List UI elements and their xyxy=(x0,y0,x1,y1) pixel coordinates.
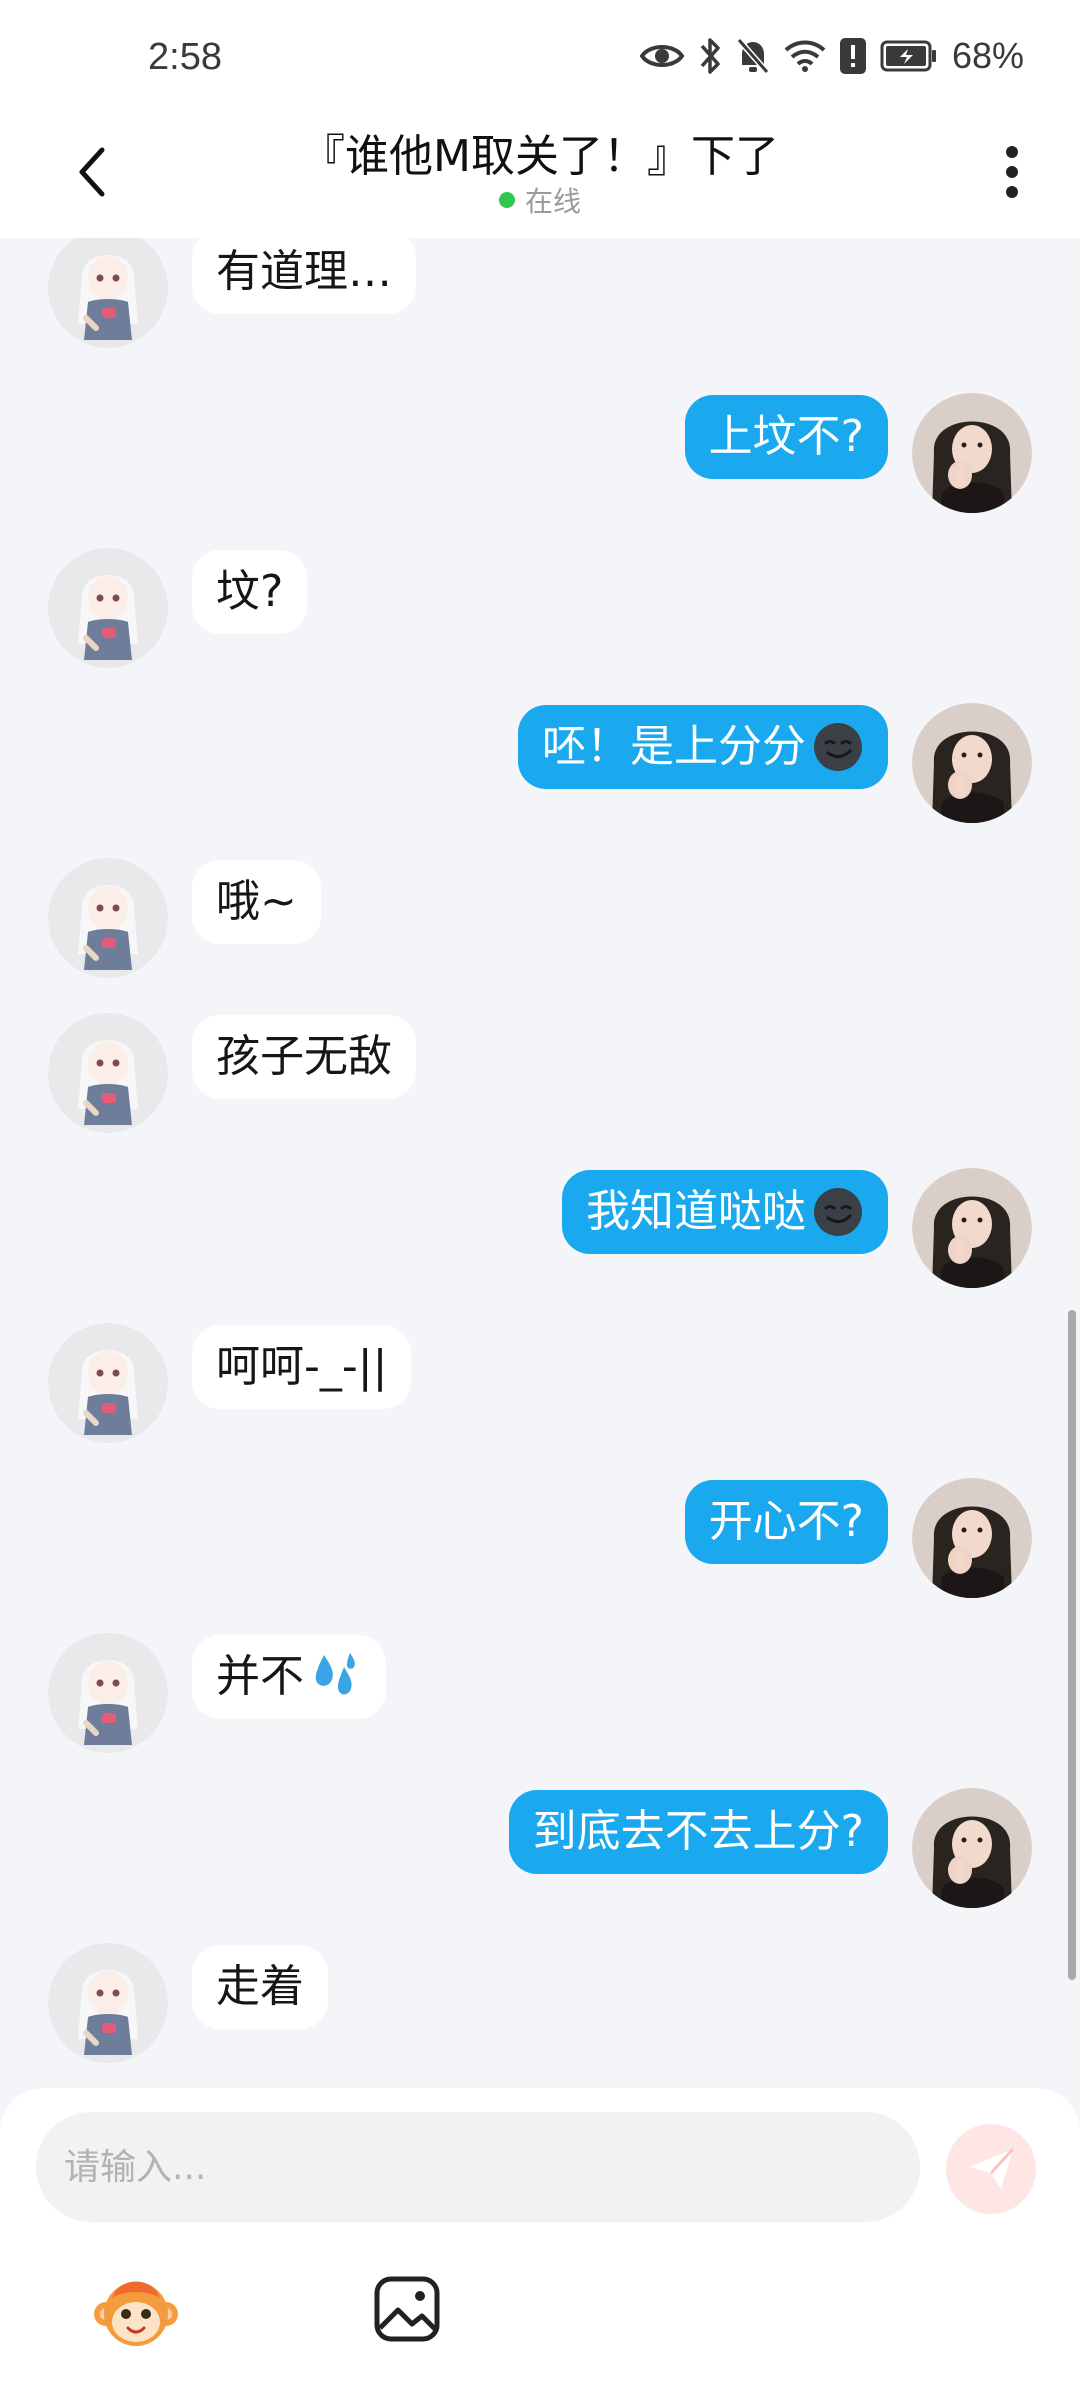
status-bar: 2:58 68% xyxy=(0,0,1080,110)
message-bubble[interactable]: 上坟不? xyxy=(684,395,888,479)
message-text: 上坟不? xyxy=(708,411,864,462)
message-bubble[interactable]: 哦~ xyxy=(192,860,321,944)
status-icons: 68% xyxy=(639,34,1024,78)
more-options-button[interactable] xyxy=(992,140,1032,204)
outgoing-message-row: 呸！是上分分 xyxy=(0,703,1080,833)
monkey-sticker-icon xyxy=(94,2281,178,2346)
contact-avatar[interactable] xyxy=(48,1633,168,1753)
more-vertical-icon xyxy=(1006,146,1018,198)
online-status: 在线 xyxy=(0,180,1080,220)
battery-icon xyxy=(880,40,936,72)
wifi-icon xyxy=(784,40,826,72)
message-bubble[interactable]: 并不 xyxy=(192,1635,386,1719)
message-text: 孩子无敌 xyxy=(216,1031,392,1082)
message-bubble[interactable]: 坟? xyxy=(192,550,308,634)
bluetooth-icon xyxy=(700,38,720,74)
alert-icon xyxy=(839,38,866,74)
outgoing-message-row: 开心不? xyxy=(0,1478,1080,1608)
incoming-message-row: 坟? xyxy=(0,548,1080,678)
message-bubble[interactable]: 到底去不去上分? xyxy=(508,1790,888,1874)
message-bubble[interactable]: 走着 xyxy=(192,1945,328,2029)
input-panel xyxy=(0,2088,1080,2400)
message-bubble[interactable]: 孩子无敌 xyxy=(192,1015,416,1099)
message-text: 并不 xyxy=(216,1651,304,1702)
my-avatar[interactable] xyxy=(912,703,1032,823)
incoming-message-row: 有道理… xyxy=(0,238,1080,358)
online-status-label: 在线 xyxy=(524,185,581,218)
scrollbar[interactable] xyxy=(1068,1310,1076,1980)
message-text: 哦~ xyxy=(216,876,297,927)
contact-avatar[interactable] xyxy=(48,238,168,348)
my-avatar[interactable] xyxy=(912,1478,1032,1598)
message-bubble[interactable]: 有道理… xyxy=(192,238,416,314)
chat-screen: 2:58 68% 『谁他M取关了！』下了 在线 有道理… 上坟不? 坟? 呸！是… xyxy=(0,0,1080,2400)
chat-title: 『谁他M取关了！』下了 xyxy=(301,131,779,182)
message-bubble[interactable]: 呵呵-_-|| xyxy=(192,1325,412,1409)
outgoing-message-row: 上坟不? xyxy=(0,393,1080,523)
bell-off-icon xyxy=(736,38,770,74)
my-avatar[interactable] xyxy=(912,1788,1032,1908)
chat-header: 『谁他M取关了！』下了 在线 xyxy=(0,110,1080,238)
incoming-message-row: 哦~ xyxy=(0,858,1080,988)
message-text: 呵呵-_-|| xyxy=(216,1341,388,1392)
message-input[interactable] xyxy=(36,2112,920,2222)
message-text: 到底去不去上分? xyxy=(532,1806,864,1857)
contact-avatar[interactable] xyxy=(48,1013,168,1133)
incoming-message-row: 走着 xyxy=(0,1943,1080,2073)
message-bubble[interactable]: 开心不? xyxy=(684,1480,888,1564)
message-bubble[interactable]: 我知道哒哒 xyxy=(562,1170,888,1254)
message-list[interactable]: 有道理… 上坟不? 坟? 呸！是上分分 哦~ 孩子无敌 我知道哒哒 呵呵-_-|… xyxy=(0,238,1080,2088)
message-text: 坟? xyxy=(216,566,284,617)
incoming-message-row: 呵呵-_-|| xyxy=(0,1323,1080,1453)
my-avatar[interactable] xyxy=(912,1168,1032,1288)
outgoing-message-row: 到底去不去上分? xyxy=(0,1788,1080,1918)
outgoing-message-row: 我知道哒哒 xyxy=(0,1168,1080,1298)
my-avatar[interactable] xyxy=(912,393,1032,513)
eye-icon xyxy=(639,45,684,67)
smirk-face-icon xyxy=(814,1188,862,1236)
contact-avatar[interactable] xyxy=(48,548,168,668)
contact-avatar[interactable] xyxy=(48,1323,168,1443)
contact-avatar[interactable] xyxy=(48,858,168,978)
smirk-face-icon xyxy=(814,723,862,771)
contact-avatar[interactable] xyxy=(48,1943,168,2063)
image-button[interactable] xyxy=(372,2274,442,2344)
message-text: 我知道哒哒 xyxy=(586,1186,806,1237)
message-text: 有道理… xyxy=(216,246,392,297)
send-button[interactable] xyxy=(946,2124,1036,2214)
sweat-drops-icon xyxy=(315,1653,355,1695)
incoming-message-row: 并不 xyxy=(0,1633,1080,1763)
battery-percent: 68% xyxy=(951,35,1024,76)
image-icon xyxy=(374,2276,440,2342)
message-text: 呸！是上分分 xyxy=(542,721,806,772)
sticker-button[interactable] xyxy=(92,2268,180,2356)
online-dot-icon xyxy=(498,192,515,208)
send-icon xyxy=(969,2147,1015,2189)
incoming-message-row: 孩子无敌 xyxy=(0,1013,1080,1143)
message-text: 开心不? xyxy=(708,1496,864,1547)
message-text: 走着 xyxy=(216,1961,304,2012)
status-time: 2:58 xyxy=(148,36,222,78)
message-bubble[interactable]: 呸！是上分分 xyxy=(518,705,888,789)
